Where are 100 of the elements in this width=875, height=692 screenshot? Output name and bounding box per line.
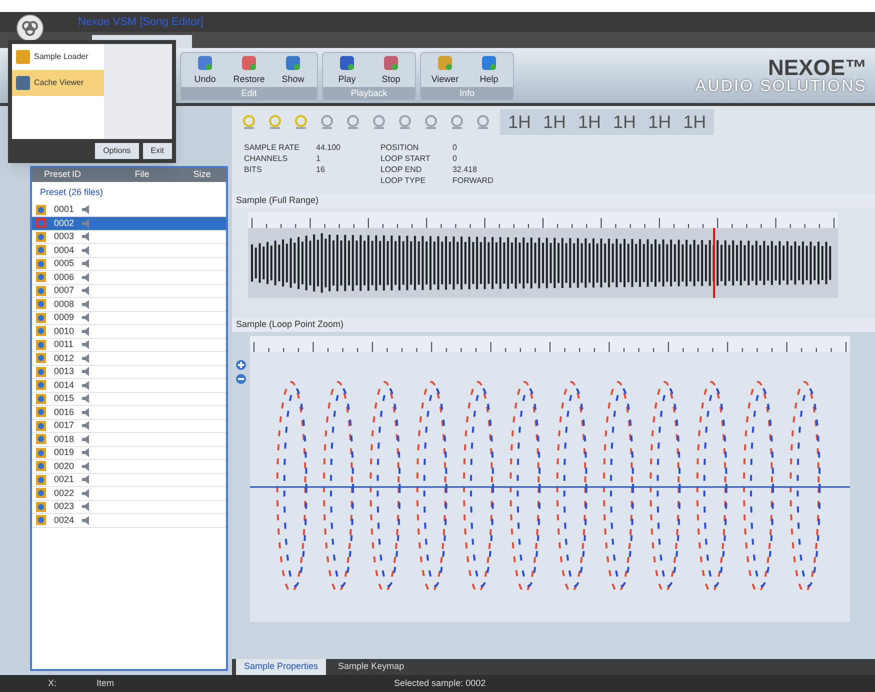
info-value: 1 [316, 153, 320, 164]
tool-icon[interactable] [344, 113, 362, 131]
info-label: LOOP TYPE [380, 175, 427, 186]
table-row[interactable]: 0003 [32, 230, 226, 244]
table-row[interactable]: 0018 [32, 433, 226, 446]
menu-button[interactable]: Exit [142, 143, 172, 159]
sample-icon [36, 299, 46, 310]
row-number: 0024 [53, 514, 76, 526]
toolbar-icon [195, 53, 215, 73]
row-number: 0002 [53, 216, 76, 230]
column-header[interactable]: ID [72, 168, 102, 182]
table-row[interactable]: 0009 [32, 312, 226, 325]
sample-icon [36, 353, 46, 364]
bottom-tab[interactable]: Sample Keymap [330, 659, 412, 675]
tool-icon[interactable] [422, 113, 440, 131]
status-text: X: [48, 676, 57, 690]
group-header: Preset (26 files) [39, 186, 104, 199]
table-row[interactable]: 0012 [32, 352, 226, 366]
table-row[interactable]: 0004 [32, 244, 226, 258]
row-number: 0018 [53, 432, 76, 446]
tool-icon[interactable] [370, 113, 388, 131]
row-number: 0020 [53, 460, 76, 472]
table-row[interactable]: 0023 [32, 500, 226, 514]
toolbar-icon [337, 53, 357, 73]
table-row[interactable]: 0016 [32, 406, 226, 420]
row-number: 0022 [53, 486, 76, 500]
column-header[interactable]: Preset [32, 168, 72, 182]
ribbon-button[interactable]: Show [273, 53, 313, 86]
table-row[interactable]: 0010 [32, 325, 226, 338]
table-row[interactable]: 0024 [32, 514, 226, 528]
tool-icon[interactable] [448, 113, 466, 131]
table-row[interactable]: 0020 [32, 460, 226, 474]
tool-icon[interactable] [292, 113, 310, 131]
toolbar-icon [479, 53, 499, 73]
table-row[interactable]: 0007 [32, 284, 226, 298]
zoom-out-icon[interactable] [236, 374, 246, 384]
tool-icon[interactable] [396, 113, 414, 131]
table-row[interactable]: 0015 [32, 392, 226, 406]
sample-icon [36, 394, 46, 404]
table-row[interactable]: 0005 [32, 258, 226, 271]
table-row[interactable]: 0021 [32, 474, 226, 487]
tool-icon[interactable] [266, 113, 284, 131]
row-number: 0005 [53, 257, 76, 270]
info-label: BITS [244, 164, 263, 175]
sample-icon [36, 420, 46, 431]
sample-icon [36, 461, 46, 472]
row-number: 0013 [53, 365, 76, 378]
sample-icon [36, 366, 46, 377]
row-number: 0008 [53, 298, 76, 310]
table-row[interactable]: 0014 [32, 379, 226, 392]
row-number: 0021 [53, 473, 76, 486]
table-row[interactable]: 0011 [32, 338, 226, 352]
menu-button[interactable]: Options [95, 143, 139, 159]
row-number: 0004 [53, 244, 76, 256]
sample-icon [36, 204, 46, 215]
ribbon-button[interactable]: Play [327, 53, 367, 86]
ribbon-button[interactable]: Stop [371, 53, 411, 86]
sample-icon [36, 407, 46, 418]
row-number: 0015 [53, 392, 76, 405]
bottom-tab[interactable]: Sample Properties [236, 659, 326, 675]
sample-icon [36, 488, 46, 498]
row-number: 0011 [53, 338, 74, 351]
ribbon-button[interactable]: Help [469, 53, 509, 86]
column-header[interactable]: File [102, 168, 182, 182]
status-message: Selected sample: 0002 [394, 676, 486, 690]
ribbon-button[interactable]: Viewer [425, 53, 465, 86]
sample-icon [36, 272, 46, 282]
table-row[interactable]: 0006 [32, 271, 226, 284]
ribbon-button[interactable]: Restore [229, 53, 269, 86]
row-number: 0016 [53, 406, 76, 418]
table-row[interactable]: 0002 [32, 217, 226, 230]
row-number: 0017 [53, 419, 76, 432]
info-label: CHANNELS [244, 153, 289, 164]
table-row[interactable]: 0022 [32, 487, 226, 500]
toolbar-icon [239, 53, 259, 73]
column-header[interactable]: Size [182, 168, 222, 182]
tool-icon[interactable] [240, 113, 258, 131]
tool-icon[interactable] [318, 113, 336, 131]
tool-icon[interactable] [474, 113, 492, 131]
menu-item[interactable]: Cache Viewer [12, 70, 104, 96]
section-header: Sample (Loop Point Zoom) [232, 318, 875, 332]
menu-item[interactable]: Sample Loader [12, 44, 104, 70]
app-button-icon[interactable] [16, 14, 44, 42]
note-label: 1H [508, 110, 532, 134]
info-label: LOOP END [380, 164, 423, 175]
zoom-in-icon[interactable] [236, 360, 246, 370]
table-row[interactable]: 0017 [32, 420, 226, 433]
sample-icon [36, 340, 46, 350]
row-number: 0019 [53, 446, 76, 459]
sample-icon [36, 502, 46, 512]
sample-icon [36, 434, 46, 444]
table-row[interactable]: 0013 [32, 366, 226, 379]
row-number: 0009 [53, 311, 76, 324]
table-row[interactable]: 0019 [32, 446, 226, 460]
ribbon-button[interactable]: Undo [185, 53, 225, 86]
info-label: POSITION [380, 142, 420, 153]
info-value: 0 [452, 142, 457, 153]
row-number: 0012 [53, 352, 76, 364]
window-title: Nexoe VSM [Song Editor] [78, 14, 204, 30]
table-row[interactable]: 0008 [32, 298, 226, 312]
